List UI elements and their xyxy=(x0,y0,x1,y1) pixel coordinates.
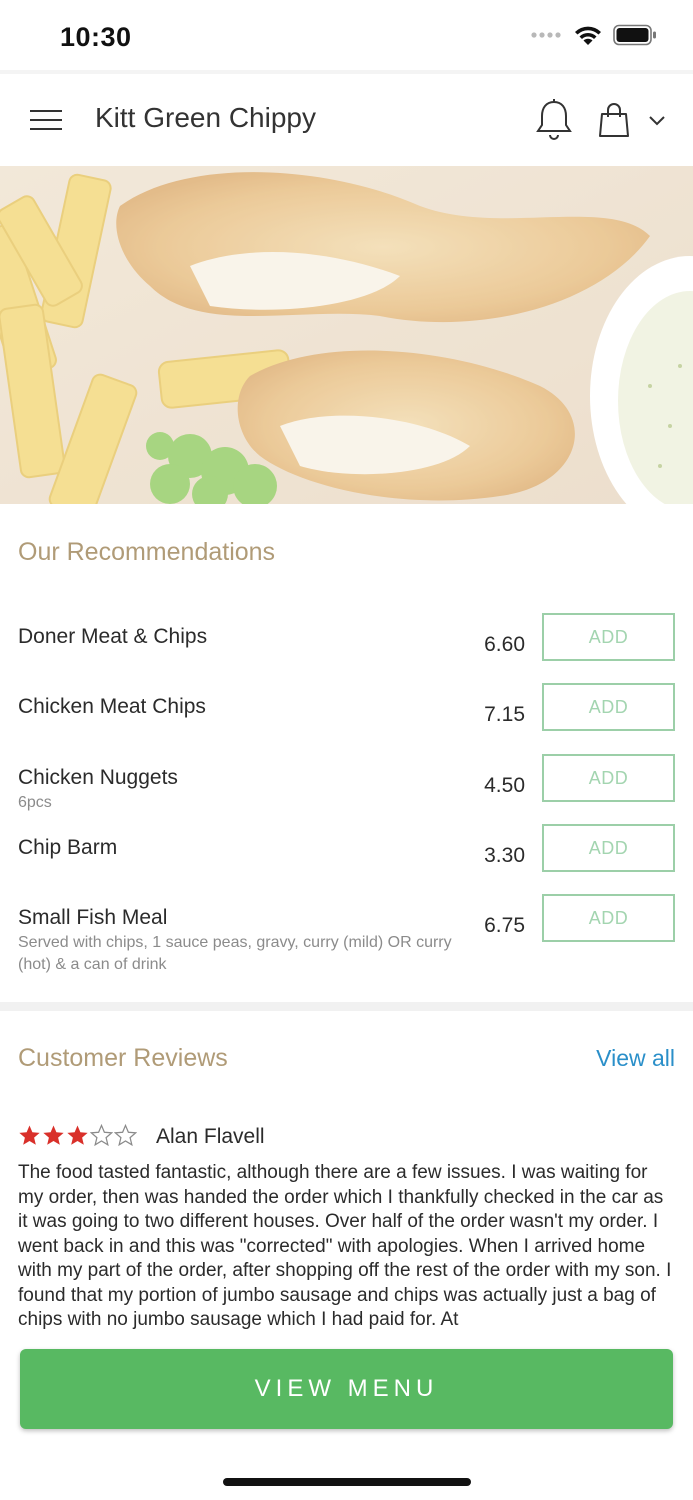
battery-icon xyxy=(613,24,656,46)
hero-image xyxy=(0,166,693,504)
status-time: 10:30 xyxy=(60,22,132,52)
item-description: 6pcs xyxy=(18,794,52,811)
add-button[interactable]: ADD xyxy=(542,754,675,802)
star-filled-icon xyxy=(43,1125,64,1145)
hamburger-menu-icon[interactable] xyxy=(26,102,66,136)
star-empty-icon xyxy=(90,1124,113,1147)
add-button[interactable]: ADD xyxy=(542,894,675,942)
status-icons xyxy=(531,24,657,46)
item-price: 6.60 xyxy=(484,633,525,656)
chevron-down-icon[interactable] xyxy=(644,110,670,130)
recommendations-title: Our Recommendations xyxy=(18,538,276,566)
star-empty-icon xyxy=(114,1124,137,1147)
reviews-title: Customer Reviews xyxy=(18,1044,228,1072)
wifi-icon xyxy=(575,26,601,45)
item-price: 6.75 xyxy=(484,914,525,937)
item-price: 4.50 xyxy=(484,774,525,797)
app-header: Kitt Green Chippy xyxy=(0,74,693,166)
star-filled-icon xyxy=(67,1125,88,1145)
bell-icon[interactable] xyxy=(534,98,574,142)
item-price: 3.30 xyxy=(484,844,525,867)
shopping-bag-icon[interactable] xyxy=(596,100,632,140)
signal-icon xyxy=(531,32,561,38)
item-description: Served with chips, 1 sauce peas, gravy, … xyxy=(18,934,452,973)
home-indicator xyxy=(223,1478,471,1486)
status-bar: 10:30 xyxy=(0,0,693,70)
item-name: Chicken Nuggets xyxy=(18,766,178,789)
section-divider xyxy=(0,1002,693,1011)
app-title: Kitt Green Chippy xyxy=(95,102,316,133)
add-button[interactable]: ADD xyxy=(542,824,675,872)
review-text: The food tasted fantastic, although ther… xyxy=(18,1162,672,1330)
add-button[interactable]: ADD xyxy=(542,683,675,731)
add-button[interactable]: ADD xyxy=(542,613,675,661)
star-filled-icon xyxy=(19,1125,40,1145)
item-price: 7.15 xyxy=(484,703,525,726)
item-name: Chicken Meat Chips xyxy=(18,695,206,718)
item-name: Chip Barm xyxy=(18,836,118,859)
reviewer-name: Alan Flavell xyxy=(156,1125,265,1148)
item-name: Doner Meat & Chips xyxy=(18,625,208,648)
view-menu-button[interactable]: VIEW MENU xyxy=(20,1349,673,1429)
view-all-link[interactable]: View all xyxy=(596,1045,675,1072)
item-name: Small Fish Meal xyxy=(18,906,168,929)
star-rating xyxy=(18,1124,137,1147)
